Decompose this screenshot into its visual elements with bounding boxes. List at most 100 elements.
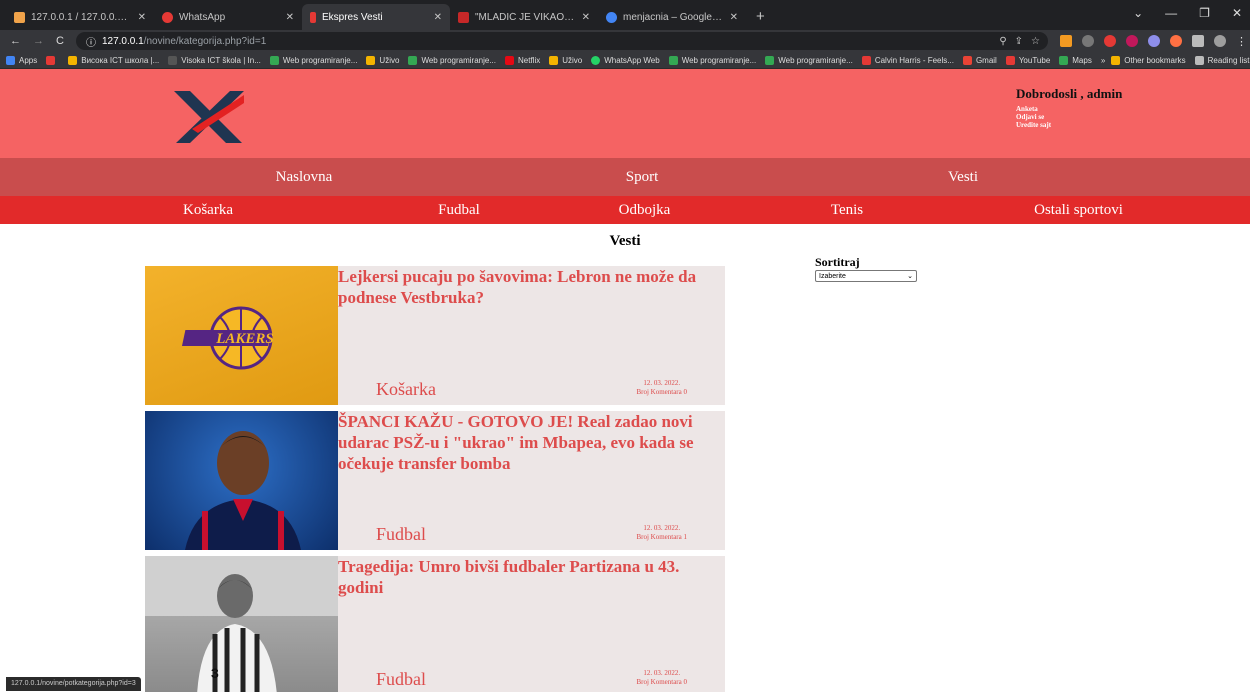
article-category[interactable]: Košarka <box>376 379 436 400</box>
extension-icon[interactable] <box>1148 35 1160 47</box>
tab-search-icon[interactable]: ⌄ <box>1133 6 1143 20</box>
bookmark-item[interactable]: Netflix <box>505 55 540 65</box>
article-card[interactable]: LAKERS Lejkersi pucaju po šavovima: Lebr… <box>145 266 725 405</box>
puzzle-extensions-icon[interactable] <box>1192 35 1204 47</box>
article-card[interactable]: ŠPANCI KAŽU - GOTOVO JE! Real zadao novi… <box>145 411 725 550</box>
nav-item-vesti[interactable]: Vesti <box>676 158 1250 196</box>
article-title[interactable]: ŠPANCI KAŽU - GOTOVO JE! Real zadao novi… <box>338 411 725 474</box>
nav-item-naslovna[interactable]: Naslovna <box>0 158 608 196</box>
bookmark-item[interactable]: Web programiranje... <box>668 55 756 65</box>
sub-nav: Košarka Fudbal Odbojka Tenis Ostali spor… <box>0 196 1250 224</box>
site-favicon-icon <box>310 11 316 23</box>
player-photo-icon: 3 <box>145 556 338 692</box>
reading-list-icon <box>1194 55 1204 65</box>
section-title: Vesti <box>609 233 641 249</box>
bookmark-star-icon[interactable]: ☆ <box>1031 36 1040 47</box>
bookmark-item[interactable]: Web programiranje... <box>408 55 496 65</box>
profile-avatar-icon[interactable] <box>1214 35 1226 47</box>
close-tab-icon[interactable]: ✕ <box>286 12 294 23</box>
nav-item-sport[interactable]: Sport <box>608 158 676 196</box>
bookmark-item[interactable]: WhatsApp Web <box>591 55 660 65</box>
browser-tab-strip: 127.0.0.1 / 127.0.0.1 / novine | ph ✕ Wh… <box>0 0 1250 30</box>
bookmark-item[interactable]: Visoka ICT škola | In... <box>168 55 261 65</box>
extension-icon[interactable] <box>1126 35 1138 47</box>
whatsapp-icon <box>591 55 601 65</box>
bookmark-item[interactable]: Calvin Harris - Feels... <box>861 55 954 65</box>
article-body: ŠPANCI KAŽU - GOTOVO JE! Real zadao novi… <box>338 411 725 550</box>
whatsapp-favicon-icon <box>162 11 173 23</box>
live-icon <box>549 55 559 65</box>
close-window-icon[interactable]: ✕ <box>1232 6 1242 20</box>
rss-extension-icon[interactable] <box>1060 35 1072 47</box>
bookmark-item[interactable]: Gmail <box>962 55 997 65</box>
bookmark-item[interactable]: Uživo <box>366 55 399 65</box>
browser-tab-active[interactable]: Ekspres Vesti ✕ <box>302 4 450 30</box>
extension-icon[interactable] <box>1082 35 1094 47</box>
browser-tab[interactable]: menjacnia – Google претрага ✕ <box>598 4 746 30</box>
menu-kebab-icon[interactable]: ⋮ <box>1236 35 1247 48</box>
drive-icon <box>269 55 279 65</box>
extension-icon[interactable] <box>1170 35 1182 47</box>
lakers-flag-image[interactable]: LAKERS <box>145 266 338 405</box>
close-tab-icon[interactable]: ✕ <box>138 12 146 23</box>
other-bookmarks[interactable]: » Other bookmarks <box>1101 55 1186 65</box>
article-date: 12. 03. 2022. <box>643 669 681 677</box>
welcome-text: Dobrodosli , admin <box>1016 86 1123 101</box>
bookmark-item[interactable]: Web programiranje... <box>269 55 357 65</box>
player-psg-image[interactable] <box>145 411 338 550</box>
forward-icon[interactable]: → <box>33 35 44 47</box>
article-meta: 12. 03. 2022. Broj Komentara 0 <box>636 669 687 687</box>
subnav-item-kosarka[interactable]: Košarka <box>0 196 416 224</box>
subnav-item-ostali-sportovi[interactable]: Ostali sportovi <box>907 196 1250 224</box>
close-tab-icon[interactable]: ✕ <box>730 12 738 23</box>
sort-select[interactable]: Izaberite ⌄ <box>815 270 917 282</box>
logout-link[interactable]: Odjavi se <box>1016 113 1122 121</box>
back-icon[interactable]: ← <box>10 35 21 47</box>
reload-icon[interactable]: C <box>56 35 64 47</box>
apps-grid-icon <box>6 55 15 65</box>
subnav-item-tenis[interactable]: Tenis <box>787 196 907 224</box>
article-title[interactable]: Tragedija: Umro bivši fudbaler Partizana… <box>338 556 725 598</box>
sort-selected-value: Izaberite <box>819 272 846 280</box>
maximize-icon[interactable]: ❐ <box>1199 6 1210 20</box>
bookmark-item[interactable]: Web programiranje... <box>765 55 853 65</box>
subnav-item-fudbal[interactable]: Fudbal <box>416 196 502 224</box>
article-card[interactable]: 3 Tragedija: Umro bivši fudbaler Partiza… <box>145 556 725 692</box>
article-date: 12. 03. 2022. <box>643 379 681 387</box>
bookmark-item[interactable]: Apps <box>6 55 37 65</box>
article-comments: Broj Komentara 0 <box>636 678 687 686</box>
poll-link[interactable]: Anketa <box>1016 105 1122 113</box>
close-tab-icon[interactable]: ✕ <box>582 12 590 23</box>
drive-icon <box>765 55 775 65</box>
bookmark-item[interactable]: Maps <box>1059 55 1092 65</box>
gmail-icon <box>962 55 972 65</box>
chevron-double-icon[interactable]: » <box>1101 56 1105 65</box>
browser-tab[interactable]: 127.0.0.1 / 127.0.0.1 / novine | ph ✕ <box>6 4 154 30</box>
zoom-icon[interactable]: ⚲ <box>999 36 1006 47</box>
subnav-item-odbojka[interactable]: Odbojka <box>502 196 787 224</box>
article-date: 12. 03. 2022. <box>643 524 681 532</box>
reading-list[interactable]: Reading list <box>1194 55 1249 65</box>
share-icon[interactable]: ⇪ <box>1015 36 1023 47</box>
page-icon <box>168 55 178 65</box>
browser-tab[interactable]: WhatsApp ✕ <box>154 4 302 30</box>
new-tab-icon[interactable]: + <box>746 8 775 30</box>
bookmarks-bar: Apps Висока ICT школа |... Visoka ICT šk… <box>0 52 1250 69</box>
article-category[interactable]: Fudbal <box>376 524 426 545</box>
minimize-icon[interactable]: — <box>1165 6 1177 20</box>
article-category[interactable]: Fudbal <box>376 669 426 690</box>
bookmark-item[interactable] <box>46 55 59 65</box>
close-tab-icon[interactable]: ✕ <box>434 12 442 23</box>
adblock-extension-icon[interactable] <box>1104 35 1116 47</box>
bookmark-item[interactable]: YouTube <box>1005 55 1050 65</box>
window-controls: ⌄ — ❐ ✕ <box>1133 6 1242 20</box>
bookmark-item[interactable]: Uživo <box>549 55 582 65</box>
address-bar[interactable]: ⓘ 127.0.0.1/novine/kategorija.php?id=1 ⚲… <box>75 32 1048 50</box>
bookmark-item[interactable]: Висока ICT школа |... <box>68 55 159 65</box>
player-bw-image[interactable]: 3 <box>145 556 338 692</box>
article-comments: Broj Komentara 1 <box>636 533 687 541</box>
browser-tab[interactable]: "MLADIĆ JE VIKAO, DOZIVAO PO ✕ <box>450 4 598 30</box>
edit-site-link[interactable]: Uredite sajt <box>1016 121 1122 129</box>
site-logo-icon[interactable] <box>172 89 244 145</box>
article-title[interactable]: Lejkersi pucaju po šavovima: Lebron ne m… <box>338 266 725 308</box>
